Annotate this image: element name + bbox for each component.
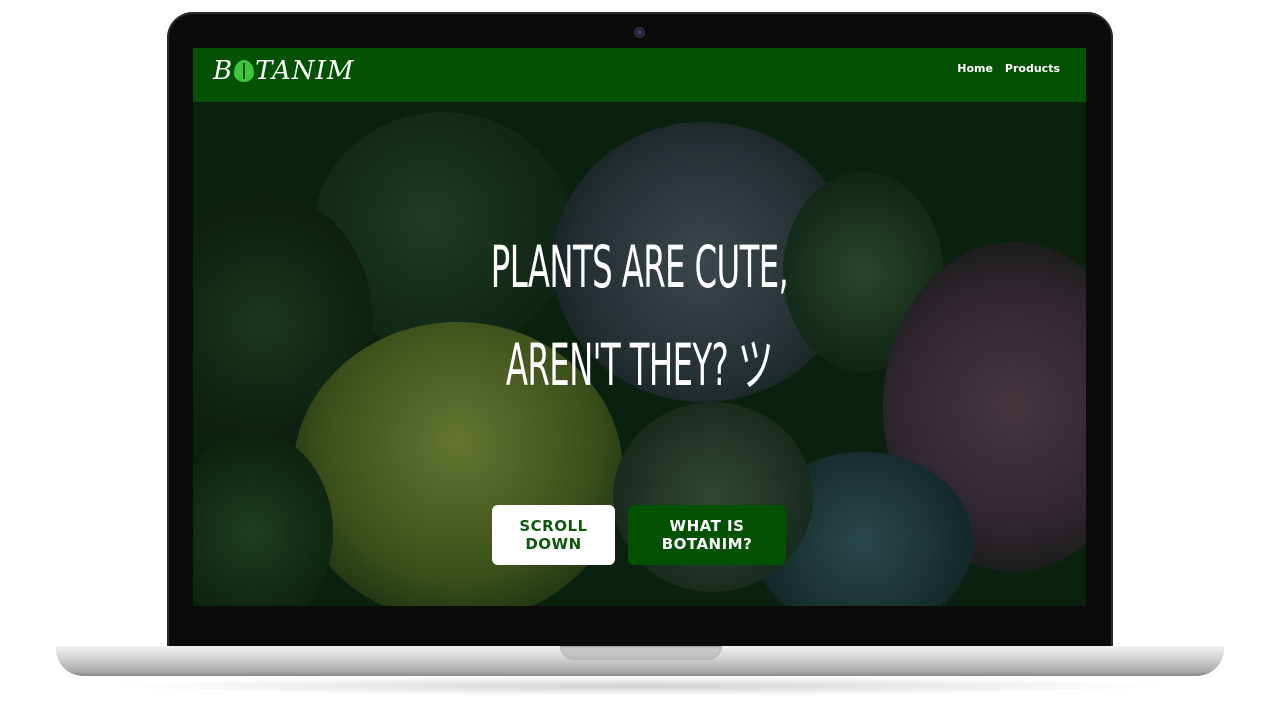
hero-title: PLANTS ARE CUTE, AREN'T THEY? ツ: [363, 218, 917, 414]
hero-section: PLANTS ARE CUTE, AREN'T THEY? ツ SCROLL D…: [193, 102, 1086, 606]
laptop-base-notch: [560, 646, 722, 660]
nav-links: Home Products: [957, 62, 1060, 75]
logo-text-end: TANIM: [255, 56, 355, 86]
leaf-icon: [234, 60, 255, 82]
nav-link-products[interactable]: Products: [1005, 62, 1060, 75]
hero-buttons: SCROLL DOWN WHAT IS BOTANIM?: [492, 505, 786, 565]
logo[interactable]: B TANIM: [213, 54, 354, 88]
logo-text-start: B: [213, 56, 234, 86]
what-is-botanim-button[interactable]: WHAT IS BOTANIM?: [628, 505, 786, 565]
hero-title-line2: AREN'T THEY? ツ: [505, 331, 774, 399]
navbar: B TANIM Home Products: [193, 48, 1086, 102]
camera-icon: [634, 27, 645, 38]
scroll-down-button[interactable]: SCROLL DOWN: [492, 505, 615, 565]
laptop-screen: B TANIM Home Products PLANTS ARE CUTE, A…: [193, 48, 1086, 606]
hero-title-line1: PLANTS ARE CUTE,: [490, 233, 789, 301]
laptop-shadow: [110, 676, 1170, 696]
nav-link-home[interactable]: Home: [957, 62, 993, 75]
